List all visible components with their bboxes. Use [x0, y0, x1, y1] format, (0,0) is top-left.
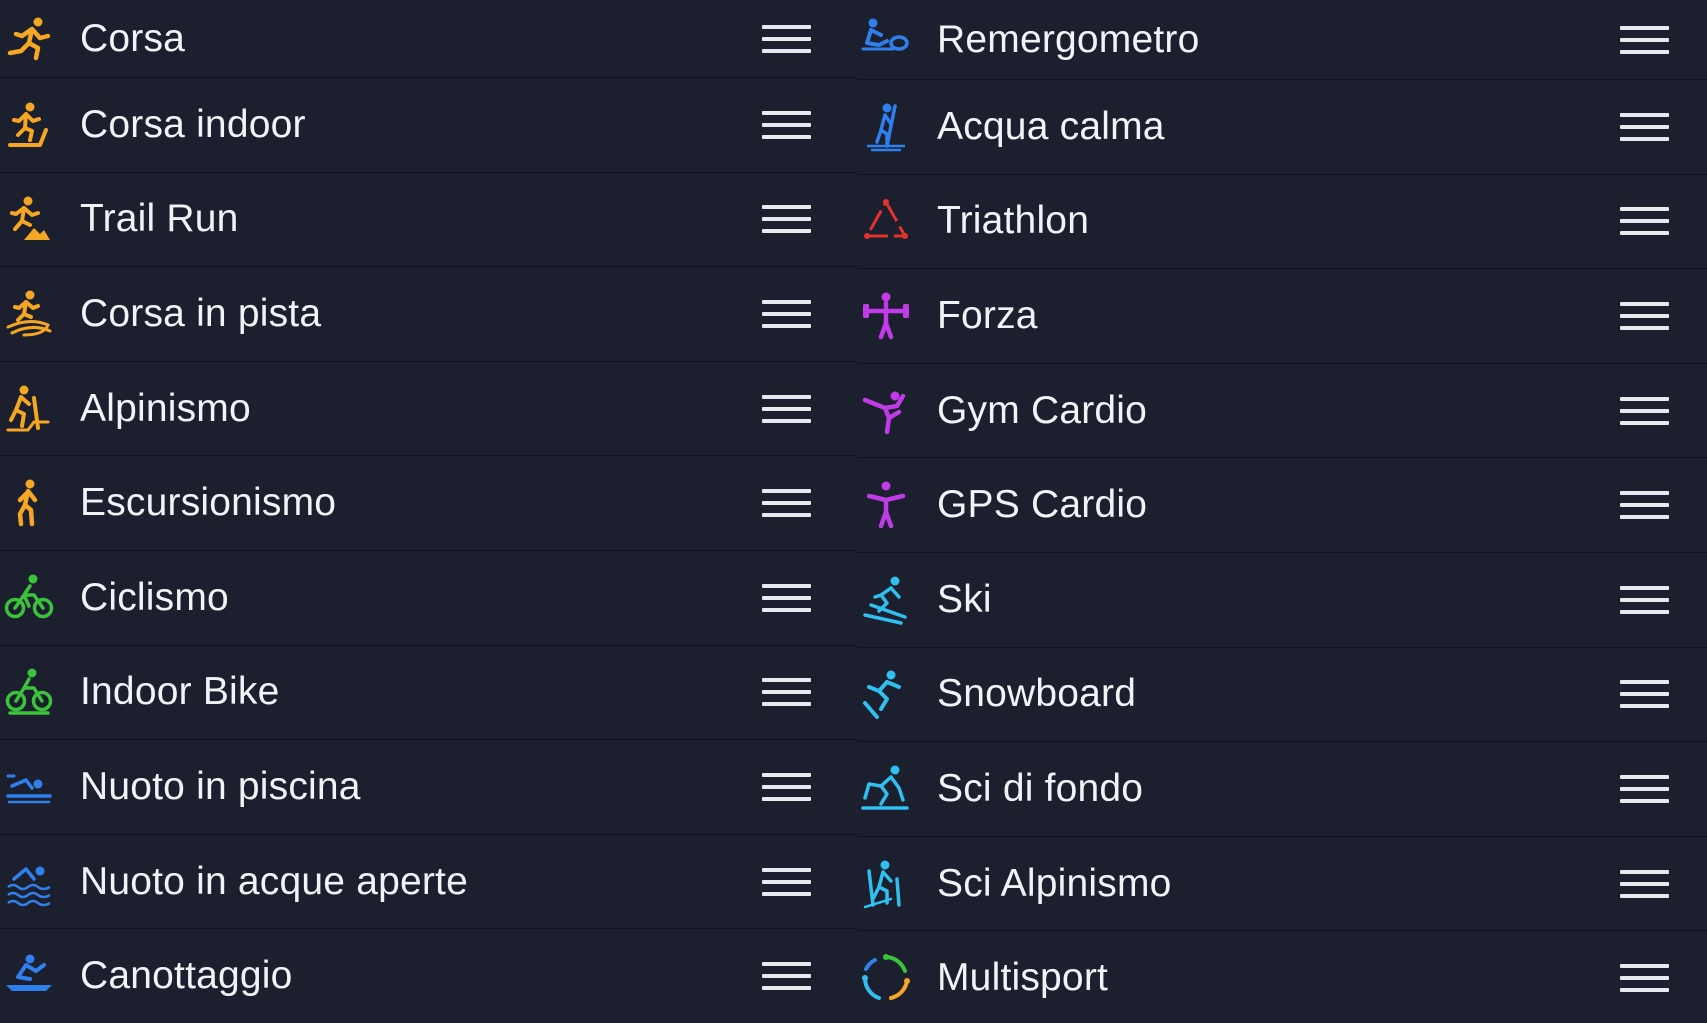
trail-run-icon	[4, 194, 54, 244]
left-row-running[interactable]: Corsa	[0, 0, 857, 78]
drag-handle-icon[interactable]	[1620, 301, 1669, 330]
running-icon	[4, 14, 54, 64]
drag-handle-icon[interactable]	[1620, 964, 1669, 993]
ski-touring-icon	[861, 859, 911, 909]
right-row-strength[interactable]: Forza	[857, 269, 1707, 364]
pool-swim-icon	[4, 762, 54, 812]
sport-label: Triathlon	[937, 199, 1090, 243]
sport-label: Multisport	[937, 956, 1109, 1000]
triathlon-icon	[861, 196, 911, 246]
cycling-icon	[4, 573, 54, 623]
strength-icon	[861, 291, 911, 341]
right-row-ski[interactable]: Ski	[857, 553, 1707, 648]
right-row-snowboard[interactable]: Snowboard	[857, 648, 1707, 743]
drag-handle-icon[interactable]	[762, 24, 811, 53]
drag-handle-icon[interactable]	[1620, 680, 1669, 709]
drag-handle-icon[interactable]	[762, 110, 811, 139]
drag-handle-icon[interactable]	[762, 678, 811, 707]
sport-label: Acqua calma	[937, 104, 1165, 148]
drag-handle-icon[interactable]	[1620, 585, 1669, 614]
sport-label: Nuoto in piscina	[80, 764, 361, 808]
drag-handle-icon[interactable]	[762, 489, 811, 518]
sport-label: Nuoto in acque aperte	[80, 859, 468, 903]
drag-handle-icon[interactable]	[1620, 396, 1669, 425]
sport-list-right: Remergometro Acqua calma Triathlon Forza Gym…	[857, 0, 1707, 1023]
sport-label: Escursionismo	[80, 481, 337, 525]
sport-label: Canottaggio	[80, 954, 293, 998]
left-row-trail-run[interactable]: Trail Run	[0, 173, 857, 268]
sport-label: Ciclismo	[80, 575, 229, 619]
right-row-paddle[interactable]: Acqua calma	[857, 80, 1707, 175]
sport-label: Indoor Bike	[80, 670, 280, 714]
sport-label: Gym Cardio	[937, 388, 1148, 432]
left-row-pool-swim[interactable]: Nuoto in piscina	[0, 740, 857, 835]
sport-label: Remergometro	[937, 17, 1200, 61]
left-row-treadmill[interactable]: Corsa indoor	[0, 78, 857, 173]
drag-handle-icon[interactable]	[762, 867, 811, 896]
sport-label: Corsa	[80, 16, 186, 60]
rowing-icon	[4, 951, 54, 1001]
sport-list-left: Corsa Corsa indoor Trail Run Corsa in pista…	[0, 0, 857, 1023]
sport-list-screen: Corsa Corsa indoor Trail Run Corsa in pista…	[0, 0, 1707, 1023]
ski-icon	[861, 575, 911, 625]
right-row-ski-touring[interactable]: Sci Alpinismo	[857, 837, 1707, 932]
drag-handle-icon[interactable]	[1620, 25, 1669, 54]
gps-cardio-icon	[861, 480, 911, 530]
hiking-icon	[4, 478, 54, 528]
drag-handle-icon[interactable]	[762, 583, 811, 612]
drag-handle-icon[interactable]	[1620, 112, 1669, 141]
sport-label: Corsa indoor	[80, 102, 306, 146]
sport-label: Forza	[937, 293, 1038, 337]
left-row-indoor-bike[interactable]: Indoor Bike	[0, 646, 857, 741]
treadmill-icon	[4, 100, 54, 150]
drag-handle-icon[interactable]	[762, 299, 811, 328]
drag-handle-icon[interactable]	[1620, 207, 1669, 236]
track-run-icon	[4, 289, 54, 339]
left-row-cycling[interactable]: Ciclismo	[0, 551, 857, 646]
left-row-mountaineering[interactable]: Alpinismo	[0, 362, 857, 457]
drag-handle-icon[interactable]	[762, 772, 811, 801]
sport-label: Corsa in pista	[80, 291, 322, 335]
right-row-cross-country-ski[interactable]: Sci di fondo	[857, 742, 1707, 837]
left-row-track-run[interactable]: Corsa in pista	[0, 267, 857, 362]
sport-label: Sci di fondo	[937, 766, 1144, 810]
indoor-bike-icon	[4, 667, 54, 717]
drag-handle-icon[interactable]	[1620, 774, 1669, 803]
left-row-rowing[interactable]: Canottaggio	[0, 929, 857, 1023]
snowboard-icon	[861, 669, 911, 720]
left-row-open-water-swim[interactable]: Nuoto in acque aperte	[0, 835, 857, 930]
right-row-gym-cardio[interactable]: Gym Cardio	[857, 364, 1707, 459]
rowing-machine-icon	[861, 15, 911, 65]
right-row-gps-cardio[interactable]: GPS Cardio	[857, 458, 1707, 553]
sport-label: Ski	[937, 577, 992, 621]
drag-handle-icon[interactable]	[762, 205, 811, 234]
right-row-rowing-machine[interactable]: Remergometro	[857, 0, 1707, 80]
sport-label: GPS Cardio	[937, 483, 1148, 527]
cross-country-ski-icon	[861, 764, 911, 814]
drag-handle-icon[interactable]	[762, 394, 811, 423]
paddle-icon	[861, 102, 911, 152]
drag-handle-icon[interactable]	[1620, 491, 1669, 520]
right-row-multisport[interactable]: Multisport	[857, 931, 1707, 1023]
sport-label: Sci Alpinismo	[937, 861, 1172, 905]
sport-label: Snowboard	[937, 672, 1137, 716]
open-water-swim-icon	[4, 857, 54, 907]
drag-handle-icon[interactable]	[762, 962, 811, 991]
gym-cardio-icon	[861, 386, 911, 436]
left-row-hiking[interactable]: Escursionismo	[0, 456, 857, 551]
drag-handle-icon[interactable]	[1620, 869, 1669, 898]
sport-label: Trail Run	[80, 197, 239, 241]
right-row-triathlon[interactable]: Triathlon	[857, 175, 1707, 270]
mountaineering-icon	[4, 384, 54, 434]
multisport-icon	[861, 953, 911, 1003]
sport-label: Alpinismo	[80, 386, 251, 430]
